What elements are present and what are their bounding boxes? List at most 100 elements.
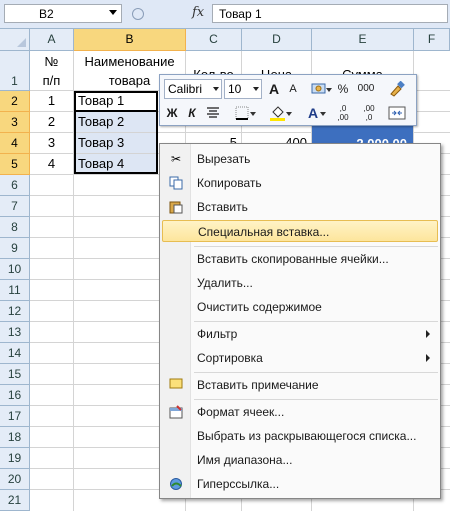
name-box[interactable]: B2 bbox=[4, 4, 122, 23]
format-painter-button[interactable] bbox=[386, 79, 408, 99]
row-header-15[interactable]: 15 bbox=[0, 364, 30, 385]
row-header-21[interactable]: 21 bbox=[0, 490, 30, 511]
menu-item-hyperlink[interactable]: Гиперссылка... bbox=[162, 473, 438, 495]
row-header-12[interactable]: 12 bbox=[0, 301, 30, 322]
menu-item-copy[interactable]: Копировать bbox=[162, 172, 438, 194]
menu-item-format-cells[interactable]: Формат ячеек... bbox=[162, 401, 438, 423]
column-header-d[interactable]: D bbox=[242, 29, 312, 51]
menu-item-copy-label: Копировать bbox=[197, 176, 262, 190]
menu-separator bbox=[194, 399, 438, 400]
menu-item-insert-copied-label: Вставить скопированные ячейки... bbox=[197, 252, 389, 266]
menu-item-insert-comment[interactable]: Вставить примечание bbox=[162, 374, 438, 396]
cell-b4[interactable]: Товар 3 bbox=[74, 133, 158, 154]
menu-item-sort-label: Сортировка bbox=[197, 351, 263, 365]
menu-item-filter[interactable]: Фильтр bbox=[162, 323, 438, 345]
cell-b5[interactable]: Товар 4 bbox=[74, 154, 158, 175]
merge-center-button[interactable] bbox=[386, 103, 408, 123]
formula-bar: B2 fx Товар 1 bbox=[0, 0, 450, 29]
chevron-down-icon[interactable] bbox=[213, 87, 219, 91]
header-name-line1: Наименование bbox=[84, 54, 175, 69]
menu-item-insert-copied[interactable]: Вставить скопированные ячейки... bbox=[162, 248, 438, 270]
center-align-button[interactable] bbox=[204, 103, 222, 123]
cell-b2[interactable]: Товар 1 bbox=[74, 91, 158, 112]
scissors-icon: ✂ bbox=[170, 152, 182, 166]
row-header-3[interactable]: 3 bbox=[0, 112, 30, 133]
cell-b3[interactable]: Товар 2 bbox=[74, 112, 158, 133]
row-header-14[interactable]: 14 bbox=[0, 343, 30, 364]
fill-bucket-icon bbox=[270, 106, 285, 121]
menu-item-format-cells-label: Формат ячеек... bbox=[197, 405, 285, 419]
cell-a1[interactable]: № п/п bbox=[30, 51, 74, 91]
chevron-down-icon[interactable] bbox=[253, 87, 259, 91]
row-header-13[interactable]: 13 bbox=[0, 322, 30, 343]
menu-item-clear[interactable]: Очистить содержимое bbox=[162, 296, 438, 318]
column-header-e[interactable]: E bbox=[312, 29, 414, 51]
cell-a5[interactable]: 4 bbox=[30, 154, 74, 175]
menu-item-insert-comment-label: Вставить примечание bbox=[197, 378, 319, 392]
font-name-value: Calibri bbox=[168, 82, 203, 96]
menu-item-paste-special[interactable]: Специальная вставка... bbox=[162, 220, 438, 242]
fill-color-button[interactable] bbox=[264, 103, 292, 123]
menu-item-cut-label: Вырезать bbox=[197, 152, 251, 166]
cell-a2[interactable]: 1 bbox=[30, 91, 74, 112]
bold-button[interactable]: Ж bbox=[164, 103, 180, 123]
increase-decimal-button[interactable]: ,0 ,00 bbox=[332, 103, 354, 123]
row-header-8[interactable]: 8 bbox=[0, 217, 30, 238]
grow-font-button[interactable]: A bbox=[266, 79, 282, 99]
insert-function-icon[interactable]: fx bbox=[192, 5, 204, 20]
font-size-select[interactable]: 10 bbox=[224, 79, 262, 99]
formula-bar-divider[interactable] bbox=[126, 4, 186, 23]
menu-item-paste[interactable]: Вставить bbox=[162, 196, 438, 218]
comment-icon bbox=[168, 378, 184, 392]
row-header-11[interactable]: 11 bbox=[0, 280, 30, 301]
row-header-5[interactable]: 5 bbox=[0, 154, 30, 175]
row-header-1[interactable]: 1 bbox=[0, 51, 30, 91]
menu-separator bbox=[194, 372, 438, 373]
font-name-select[interactable]: Calibri bbox=[164, 79, 222, 99]
menu-item-name-range[interactable]: Имя диапазона... bbox=[162, 449, 438, 471]
cell-a3[interactable]: 2 bbox=[30, 112, 74, 133]
row-header-4[interactable]: 4 bbox=[0, 133, 30, 154]
chevron-down-icon[interactable] bbox=[109, 10, 117, 15]
formula-input[interactable]: Товар 1 bbox=[212, 4, 448, 23]
column-header-b[interactable]: B bbox=[74, 29, 186, 51]
hyperlink-icon bbox=[168, 477, 184, 491]
menu-item-delete[interactable]: Удалить... bbox=[162, 272, 438, 294]
font-color-button[interactable]: A bbox=[300, 103, 326, 123]
row-header-7[interactable]: 7 bbox=[0, 196, 30, 217]
paste-icon bbox=[168, 200, 184, 214]
copy-icon bbox=[168, 176, 184, 190]
row-header-16[interactable]: 16 bbox=[0, 385, 30, 406]
context-menu: ✂ Вырезать Копировать Вставить Специальн… bbox=[159, 143, 441, 499]
borders-button[interactable] bbox=[230, 103, 256, 123]
row-header-2[interactable]: 2 bbox=[0, 91, 30, 112]
menu-item-sort[interactable]: Сортировка bbox=[162, 347, 438, 369]
select-all-corner[interactable] bbox=[0, 29, 30, 51]
comma-style-button[interactable]: 000 bbox=[354, 79, 378, 99]
row-header-19[interactable]: 19 bbox=[0, 448, 30, 469]
row-header-18[interactable]: 18 bbox=[0, 427, 30, 448]
row-header-9[interactable]: 9 bbox=[0, 238, 30, 259]
row-header-6[interactable]: 6 bbox=[0, 175, 30, 196]
header-num-line1: № bbox=[44, 54, 59, 69]
column-header-a[interactable]: A bbox=[30, 29, 74, 51]
menu-item-name-range-label: Имя диапазона... bbox=[197, 453, 293, 467]
font-size-value: 10 bbox=[228, 82, 242, 96]
row-header-17[interactable]: 17 bbox=[0, 406, 30, 427]
column-header-c[interactable]: C bbox=[186, 29, 242, 51]
chevron-right-icon bbox=[426, 354, 430, 362]
row-header-20[interactable]: 20 bbox=[0, 469, 30, 490]
shrink-font-button[interactable]: A bbox=[286, 79, 300, 99]
name-box-value: B2 bbox=[39, 7, 54, 21]
accounting-format-button[interactable] bbox=[306, 79, 332, 99]
cell-a4[interactable]: 3 bbox=[30, 133, 74, 154]
menu-item-clear-label: Очистить содержимое bbox=[197, 300, 322, 314]
paintbrush-icon bbox=[390, 80, 405, 97]
column-header-f[interactable]: F bbox=[414, 29, 450, 51]
menu-item-cut[interactable]: ✂ Вырезать bbox=[162, 148, 438, 170]
percent-style-button[interactable]: % bbox=[336, 79, 350, 99]
menu-item-pick-list[interactable]: Выбрать из раскрывающегося списка... bbox=[162, 425, 438, 447]
italic-button[interactable]: К bbox=[184, 103, 200, 123]
row-header-10[interactable]: 10 bbox=[0, 259, 30, 280]
decrease-decimal-button[interactable]: ,00 ,0 bbox=[358, 103, 380, 123]
